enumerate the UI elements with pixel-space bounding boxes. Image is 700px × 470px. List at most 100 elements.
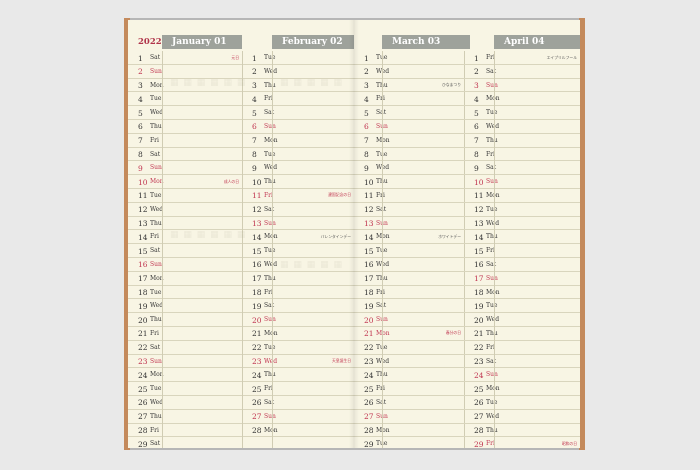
day-row: 7 Mon (354, 134, 464, 148)
weekday-label: Mon (486, 191, 500, 199)
day-number: 5 (474, 108, 479, 118)
day-number: 4 (474, 94, 479, 104)
day-row: 23 Sat (464, 355, 580, 369)
day-number: 26 (252, 398, 262, 408)
day-row: 23Wed (354, 355, 464, 369)
day-number: 1 (474, 53, 479, 63)
day-number: 8 (364, 150, 369, 160)
weekday-label: Mon (486, 288, 500, 296)
column-divider (162, 51, 163, 448)
month-column-april: April 04 1 Fri エイプリルフール 2 Sat 3 Sun 4 Mon 5 Tue 6 We… (464, 20, 580, 448)
day-row: 4 Fri (354, 92, 464, 107)
day-number: 10 (138, 177, 148, 187)
day-row: 1 Fri エイプリルフール (464, 51, 580, 65)
weekday-label: Thu (486, 136, 498, 144)
column-divider (494, 51, 495, 448)
day-row: 2 Sat (464, 65, 580, 79)
day-row: 10 Sun (464, 175, 580, 189)
day-row: 8 Fri (464, 148, 580, 162)
day-number: 23 (138, 357, 148, 367)
day-number: 21 (364, 329, 374, 339)
day-number: 12 (474, 205, 484, 215)
day-number: 27 (252, 412, 262, 422)
weekday-label: Mon (264, 329, 278, 337)
weekday-label: Fri (376, 191, 385, 199)
day-number: 16 (474, 260, 484, 270)
weekday-label: Sun (486, 371, 498, 379)
weekday-label: Fri (150, 136, 159, 144)
day-number: 15 (252, 246, 262, 256)
day-number: 9 (474, 163, 479, 173)
day-row: 12 Tue (464, 203, 580, 217)
day-row: 12Sat (354, 203, 464, 217)
day-number: 12 (364, 205, 374, 215)
day-row: 14 Mon ホワイトデー (354, 230, 464, 245)
day-row: 5Sat (354, 106, 464, 120)
weekday-label: Wed (486, 316, 500, 324)
day-row: 8 Sat (128, 148, 242, 162)
holiday-note: 春分の日 (445, 330, 461, 336)
weekday-label: Sun (486, 178, 498, 186)
weekday-label: Thu (264, 371, 276, 379)
day-number: 27 (474, 412, 484, 422)
day-row: 21 Fri (128, 327, 242, 341)
weekday-label: Sun (264, 412, 276, 420)
day-row: 11 Tue (128, 189, 242, 203)
day-row: 23 Sun (128, 355, 242, 369)
weekday-label: Mon (376, 426, 390, 434)
day-number: 3 (364, 81, 369, 91)
day-number: 2 (364, 67, 369, 77)
day-row: 24 Sun (464, 368, 580, 383)
day-row: 17Thu (242, 272, 354, 286)
weekday-label: Sat (150, 343, 161, 351)
watermark-grid: ▦ ▦ ▦ ▦ ▦ ▦ (170, 78, 247, 88)
weekday-label: Tue (264, 343, 276, 351)
day-number: 9 (364, 163, 369, 173)
day-row: 13Sun (242, 217, 354, 231)
day-number: 11 (364, 191, 374, 201)
day-number: 4 (138, 94, 143, 104)
day-number: 19 (474, 301, 484, 311)
weekday-label: Tue (264, 247, 276, 255)
weekday-label: Mon (486, 385, 500, 393)
day-number: 17 (138, 274, 148, 284)
day-number: 8 (252, 150, 257, 160)
day-number: 14 (364, 232, 374, 242)
holiday-note: バレンタインデー (320, 233, 351, 239)
weekday-label: Thu (264, 274, 276, 282)
day-row: 3Thuひなまつり (354, 79, 464, 93)
day-number: 23 (364, 357, 374, 367)
day-number: 8 (474, 150, 479, 160)
day-number: 20 (252, 315, 262, 325)
day-row: 18 Fri (242, 286, 354, 300)
weekday-label: Sat (150, 247, 161, 255)
day-list-february: 1 Tue 2 Wed 3 Thu 4 Fri 5 Sat 6 Sun 7 Mon 8 Tue 9 Wed 10 Th… (242, 51, 354, 438)
day-number: 2 (138, 67, 143, 77)
day-number: 6 (364, 122, 369, 132)
day-number: 28 (474, 426, 484, 436)
weekday-label: Wed (264, 164, 278, 172)
day-number: 13 (138, 219, 148, 229)
day-number: 25 (364, 384, 374, 394)
weekday-label: Mon (486, 95, 500, 103)
weekday-label: Wed (486, 122, 500, 130)
day-row: 15 Sat (128, 244, 242, 258)
day-number: 21 (474, 329, 484, 339)
day-number: 6 (252, 122, 257, 132)
day-number: 1 (252, 53, 257, 63)
day-number: 24 (364, 370, 374, 380)
day-number: 17 (252, 274, 262, 284)
column-divider (272, 51, 273, 448)
day-number: 11 (252, 191, 262, 201)
day-number: 29 (364, 439, 374, 448)
day-row: 24 Mon (128, 368, 242, 383)
day-number: 26 (364, 398, 374, 408)
weekday-label: Tue (150, 288, 162, 296)
day-row: 2Wed (354, 65, 464, 79)
weekday-label: Fri (376, 95, 385, 103)
weekday-label: Thu (486, 426, 498, 434)
day-number: 19 (138, 301, 148, 311)
weekday-label: Thu (150, 219, 162, 227)
day-row: 18 Fri (354, 286, 464, 300)
day-number: 14 (474, 232, 484, 242)
